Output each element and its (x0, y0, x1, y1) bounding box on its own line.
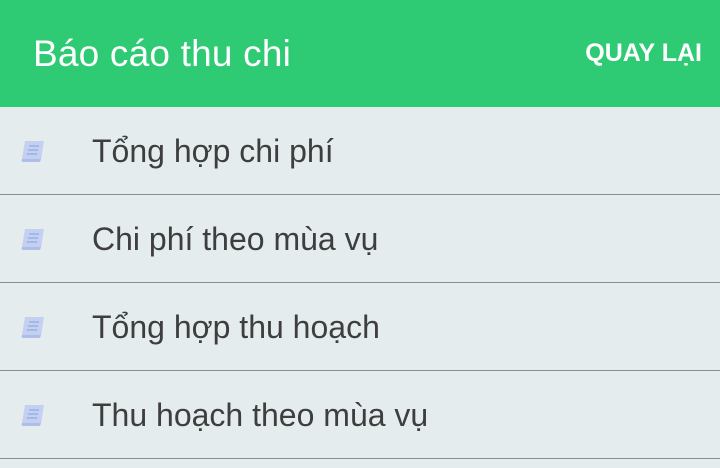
menu-item-label: Tổng hợp thu hoạch (92, 309, 380, 345)
back-button[interactable]: QUAY LẠI (585, 0, 702, 107)
page-title: Báo cáo thu chi (33, 33, 292, 74)
app-bar: Báo cáo thu chi QUAY LẠI (0, 0, 720, 107)
menu-item-label: Thu hoạch theo mùa vụ (92, 397, 429, 433)
menu-item-label: Tổng hợp chi phí (92, 133, 334, 169)
menu-item-harvest-summary[interactable]: Tổng hợp thu hoạch (0, 283, 720, 371)
menu-item-harvest-by-season[interactable]: Thu hoạch theo mùa vụ (0, 371, 720, 459)
menu-item-expense-by-season[interactable]: Chi phí theo mùa vụ (0, 195, 720, 283)
book-icon (19, 403, 47, 427)
report-menu-list: Tổng hợp chi phí Chi phí theo mùa vụ Tổn… (0, 107, 720, 459)
book-icon (19, 227, 47, 251)
book-icon (19, 139, 47, 163)
book-icon (19, 315, 47, 339)
menu-item-expense-summary[interactable]: Tổng hợp chi phí (0, 107, 720, 195)
menu-item-label: Chi phí theo mùa vụ (92, 221, 379, 257)
